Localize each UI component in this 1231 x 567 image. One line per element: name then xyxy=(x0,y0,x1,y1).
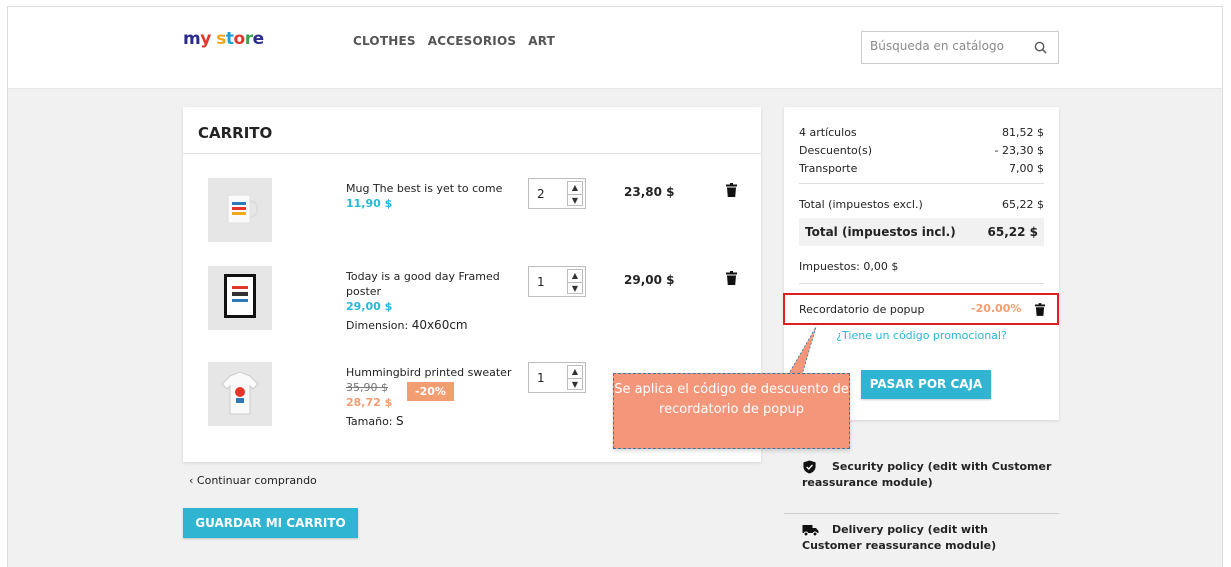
checkout-button[interactable]: PASAR POR CAJA xyxy=(861,370,991,399)
promo-code-link[interactable]: ¿Tiene un código promocional? xyxy=(799,329,1044,342)
cart-line-mug: Mug The best is yet to come 11,90 $ 2 ▲ ▼… xyxy=(183,178,761,258)
nav-clothes[interactable]: CLOTHES xyxy=(353,34,416,48)
product-info: Today is a good day Framed poster 29,00 … xyxy=(346,269,516,333)
store-logo[interactable]: my store xyxy=(183,29,264,49)
chevron-down-icon[interactable]: ▼ xyxy=(568,194,582,206)
product-info: Mug The best is yet to come 11,90 $ xyxy=(346,181,516,211)
summary-items-row: 4 artículos 81,52 $ xyxy=(799,126,1044,139)
save-cart-button[interactable]: GUARDAR MI CARRITO xyxy=(183,508,358,538)
search-icon[interactable] xyxy=(1034,41,1047,54)
line-total: 29,00 $ xyxy=(624,273,675,287)
trash-icon[interactable] xyxy=(726,183,737,197)
annotation-text: Se aplica el código de descuento de reco… xyxy=(614,382,849,417)
chevron-up-icon[interactable]: ▲ xyxy=(568,182,582,194)
voucher-name: Recordatorio de popup xyxy=(799,303,925,316)
nav-art[interactable]: ART xyxy=(528,34,555,48)
reassurance-security: Security policy (edit with Customer reas… xyxy=(802,460,1052,489)
product-name[interactable]: Mug The best is yet to come xyxy=(346,181,516,196)
quantity-spinner: ▲ ▼ xyxy=(567,181,583,206)
divider xyxy=(799,183,1044,184)
summary-discount-row: Descuento(s) - 23,30 $ xyxy=(799,144,1044,157)
chevron-up-icon[interactable]: ▲ xyxy=(568,270,582,282)
chevron-down-icon[interactable]: ▼ xyxy=(568,282,582,294)
summary-taxes: Impuestos: 0,00 $ xyxy=(799,260,899,273)
divider xyxy=(784,513,1059,514)
voucher-value: -20.00% xyxy=(971,302,1022,315)
chevron-up-icon[interactable]: ▲ xyxy=(568,366,582,378)
summary-total-row: Total (impuestos incl.) 65,22 $ xyxy=(799,218,1044,246)
tooltip-pointer xyxy=(787,327,817,376)
discount-badge: -20% xyxy=(407,382,454,401)
product-attribute: Dimension: 40x60cm xyxy=(346,318,468,332)
applied-voucher-highlight: Recordatorio de popup -20.00% xyxy=(783,293,1059,325)
product-thumbnail[interactable] xyxy=(208,266,272,330)
product-thumbnail[interactable] xyxy=(208,178,272,242)
quantity-value[interactable]: 2 xyxy=(537,187,545,201)
product-price: 11,90 $ xyxy=(346,197,393,210)
remove-voucher-trash-icon[interactable] xyxy=(1035,303,1045,316)
quantity-stepper[interactable]: 1 ▲ ▼ xyxy=(528,266,586,297)
divider xyxy=(799,283,1044,284)
quantity-spinner: ▲ ▼ xyxy=(567,365,583,390)
summary-shipping-row: Transporte 7,00 $ xyxy=(799,162,1044,175)
product-name[interactable]: Today is a good day Framed poster xyxy=(346,269,516,299)
shield-check-icon xyxy=(803,460,816,474)
summary-subtotal-row: Total (impuestos excl.) 65,22 $ xyxy=(799,198,1044,211)
divider xyxy=(183,153,761,154)
cart-title: CARRITO xyxy=(198,124,273,142)
continue-shopping-link[interactable]: ‹ Continuar comprando xyxy=(189,474,317,487)
site-header: my store CLOTHES ACCESORIOS ART xyxy=(8,7,1222,89)
main-nav: CLOTHES ACCESORIOS ART xyxy=(353,34,555,48)
nav-accesorios[interactable]: ACCESORIOS xyxy=(428,34,517,48)
quantity-value[interactable]: 1 xyxy=(537,371,545,385)
product-attribute: Tamaño: S xyxy=(346,414,404,428)
product-name[interactable]: Hummingbird printed sweater xyxy=(346,365,516,380)
trash-icon[interactable] xyxy=(726,271,737,285)
product-thumbnail[interactable] xyxy=(208,362,272,426)
product-price: 29,00 $ xyxy=(346,300,393,313)
annotation-callout: Se aplica el código de descuento de reco… xyxy=(613,373,850,449)
search-input[interactable] xyxy=(870,39,1020,53)
chevron-down-icon[interactable]: ▼ xyxy=(568,378,582,390)
page-frame: my store CLOTHES ACCESORIOS ART CARRITO … xyxy=(7,6,1223,567)
quantity-stepper[interactable]: 1 ▲ ▼ xyxy=(528,362,586,393)
cart-line-poster: Today is a good day Framed poster 29,00 … xyxy=(183,266,761,346)
quantity-spinner: ▲ ▼ xyxy=(567,269,583,294)
quantity-stepper[interactable]: 2 ▲ ▼ xyxy=(528,178,586,209)
search-box xyxy=(861,31,1059,64)
line-total: 23,80 $ xyxy=(624,185,675,199)
quantity-value[interactable]: 1 xyxy=(537,275,545,289)
reassurance-delivery: Delivery policy (edit with Customer reas… xyxy=(802,523,997,552)
truck-icon xyxy=(802,525,819,537)
